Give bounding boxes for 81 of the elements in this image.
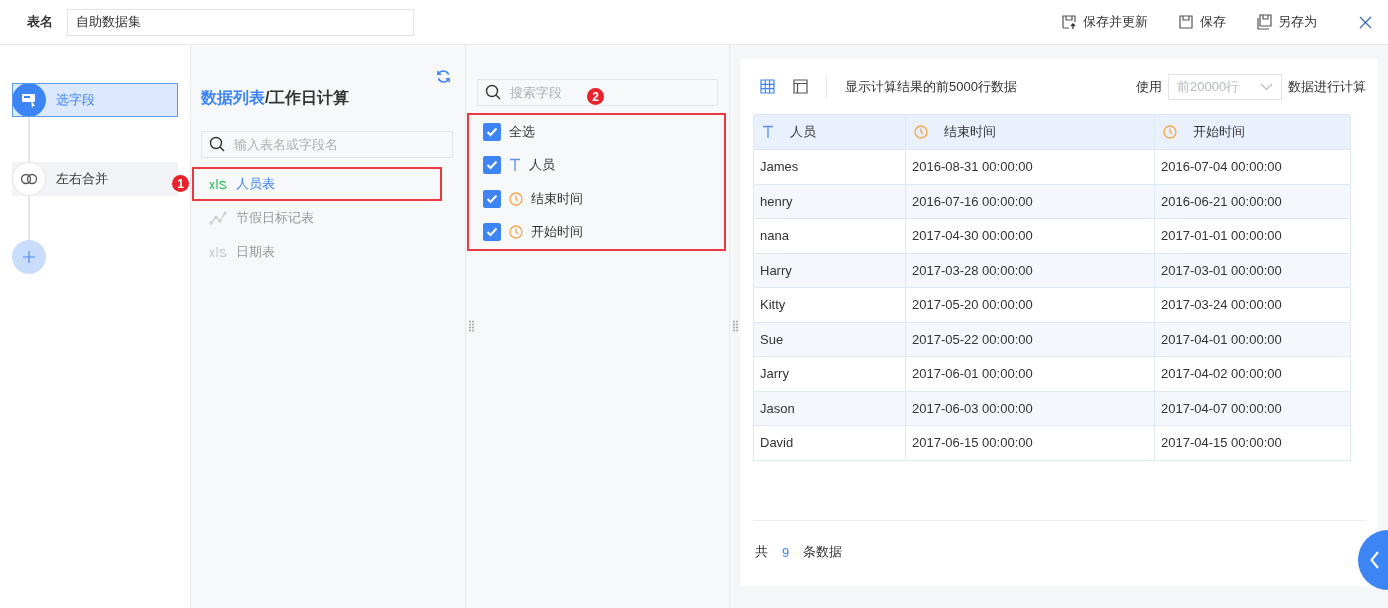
step-item[interactable]: 选字段 — [12, 83, 178, 117]
table-cell: 2016-06-21 00:00:00 — [1154, 184, 1351, 219]
table-cell: 2017-06-15 00:00:00 — [905, 425, 1155, 460]
preview-note: 显示计算结果的前5000行数据 — [845, 77, 1017, 96]
toolbar-button[interactable]: 另存为 — [1256, 13, 1317, 31]
table-cell: nana — [753, 218, 906, 253]
table-cell: henry — [753, 184, 906, 219]
table-cell: 2016-07-16 00:00:00 — [905, 184, 1155, 219]
cursor-icon — [21, 92, 37, 108]
table-cell: 2017-03-24 00:00:00 — [1154, 287, 1351, 322]
total-suffix: 条数据 — [803, 543, 843, 561]
table-cell: Harry — [753, 253, 906, 288]
table-cell: David — [753, 425, 906, 460]
text-type-icon — [509, 158, 521, 173]
line-chart-icon — [209, 211, 227, 225]
chevron-left-icon — [1370, 551, 1380, 569]
clock-icon — [1163, 125, 1177, 139]
clock-icon — [509, 191, 523, 206]
save-icon — [1178, 14, 1194, 30]
breadcrumb-link[interactable]: 数据列表 — [201, 89, 265, 106]
resize-handle-icon[interactable] — [733, 320, 738, 332]
table-cell: 2016-07-04 00:00:00 — [1154, 149, 1351, 184]
column-header: 结束时间 — [905, 114, 1155, 150]
table-cell: 2017-04-02 00:00:00 — [1154, 356, 1351, 391]
grid-view-icon[interactable] — [760, 79, 775, 94]
field-label: 结束时间 — [531, 189, 583, 208]
toolbar-button[interactable]: 保存并更新 — [1061, 13, 1148, 31]
table-cell: 2017-03-28 00:00:00 — [905, 253, 1155, 288]
breadcrumb-current: /工作日计算 — [265, 89, 350, 106]
table-cell: Kitty — [753, 287, 906, 322]
table-name-label: 表名 — [27, 13, 53, 31]
table-cell: 2017-04-30 00:00:00 — [905, 218, 1155, 253]
table-search-field[interactable]: 输入表名或字段名 — [201, 131, 453, 158]
column-header: 开始时间 — [1154, 114, 1351, 150]
add-step-button[interactable] — [12, 240, 46, 274]
toolbar-button[interactable]: 保存 — [1178, 13, 1226, 31]
table-cell: James — [753, 149, 906, 184]
field-label: 开始时间 — [531, 223, 583, 242]
row-count: 9 — [782, 544, 790, 560]
plus-icon — [23, 251, 35, 263]
table-cell: 2017-05-20 00:00:00 — [905, 287, 1155, 322]
field-label: 全选 — [509, 122, 535, 141]
spreadsheet-icon — [209, 246, 227, 258]
total-prefix: 共 — [755, 543, 768, 561]
checkbox[interactable] — [483, 189, 501, 208]
table-cell: Jason — [753, 391, 906, 426]
refresh-icon[interactable] — [436, 69, 451, 84]
clock-icon — [914, 125, 928, 139]
table-list-item[interactable]: 人员表 — [192, 167, 442, 201]
table-cell: 2017-04-15 00:00:00 — [1154, 425, 1351, 460]
save-copy-icon — [1256, 14, 1272, 30]
caret-icon — [1260, 82, 1273, 91]
table-cell: 2017-01-01 00:00:00 — [1154, 218, 1351, 253]
use-label: 使用 — [1136, 77, 1162, 96]
checkbox[interactable] — [483, 156, 501, 175]
table-name-field[interactable]: 自助数据集 — [67, 8, 414, 36]
layout-view-icon[interactable] — [793, 79, 808, 94]
clock-icon — [509, 225, 523, 240]
row-limit-dropdown[interactable]: 前20000行 — [1168, 73, 1282, 100]
checkbox[interactable] — [483, 122, 501, 141]
close-icon[interactable] — [1359, 15, 1372, 29]
checkbox[interactable] — [483, 223, 501, 242]
spreadsheet-icon — [209, 178, 227, 190]
step-item[interactable]: 左右合并 — [12, 162, 178, 196]
column-header: 人员 — [753, 114, 906, 150]
table-cell: 2017-06-03 00:00:00 — [905, 391, 1155, 426]
text-type-icon — [762, 125, 774, 139]
table-cell: 2017-03-01 00:00:00 — [1154, 253, 1351, 288]
table-cell: Sue — [753, 322, 906, 357]
table-cell: 2016-08-31 00:00:00 — [905, 149, 1155, 184]
field-label: 人员 — [529, 156, 555, 175]
table-cell: Jarry — [753, 356, 906, 391]
table-cell: 2017-05-22 00:00:00 — [905, 322, 1155, 357]
table-cell: 2017-04-01 00:00:00 — [1154, 322, 1351, 357]
resize-handle-icon[interactable] — [469, 320, 474, 332]
table-cell: 2017-06-01 00:00:00 — [905, 356, 1155, 391]
calc-label: 数据进行计算 — [1288, 77, 1366, 96]
table-cell: 2017-04-07 00:00:00 — [1154, 391, 1351, 426]
save-upload-icon — [1061, 14, 1077, 30]
merge-icon — [20, 173, 38, 185]
annotation-badge: 1 — [172, 175, 189, 192]
